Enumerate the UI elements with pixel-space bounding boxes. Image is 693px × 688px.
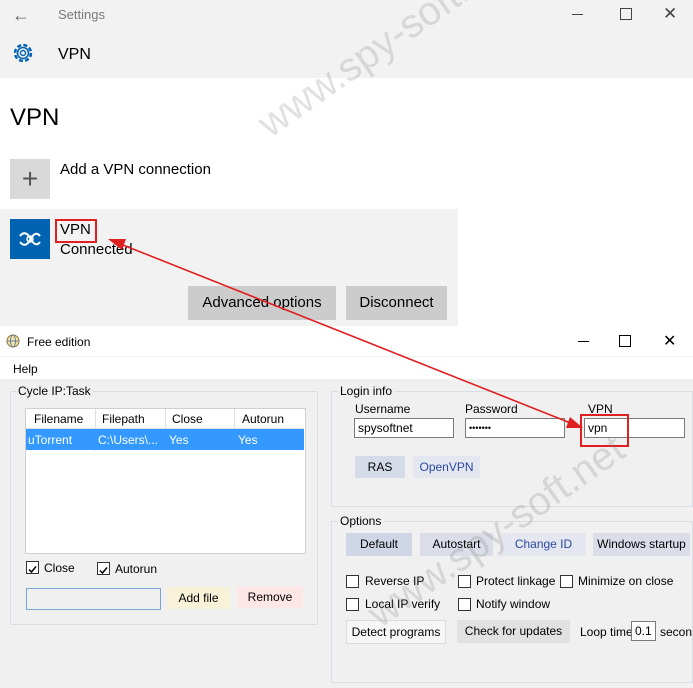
close-checkbox-label: Close bbox=[44, 561, 75, 575]
add-vpn-plus-icon[interactable]: + bbox=[10, 159, 50, 199]
protect-linkage-checkbox[interactable] bbox=[458, 575, 471, 588]
col-filepath-header[interactable]: Filepath bbox=[102, 412, 145, 426]
back-arrow-icon[interactable]: ← bbox=[12, 5, 30, 26]
reverse-ip-label: Reverse IP bbox=[365, 574, 425, 588]
app-close-icon[interactable]: ✕ bbox=[663, 331, 676, 351]
close-checkbox[interactable] bbox=[26, 561, 39, 574]
change-id-button[interactable]: Change ID bbox=[501, 533, 586, 556]
vpn-connection-icon bbox=[10, 219, 50, 259]
autorun-checkbox[interactable] bbox=[97, 562, 110, 575]
menu-help[interactable]: Help bbox=[13, 362, 38, 376]
add-file-button[interactable]: Add file bbox=[167, 587, 230, 609]
col-autorun-header[interactable]: Autorun bbox=[242, 412, 284, 426]
detect-programs-button[interactable]: Detect programs bbox=[346, 620, 446, 644]
row-close: Yes bbox=[169, 433, 189, 447]
close-icon[interactable]: ✕ bbox=[663, 4, 677, 24]
autorun-checkbox-label: Autorun bbox=[115, 562, 158, 576]
login-group-label: Login info bbox=[338, 384, 395, 398]
col-close-header[interactable]: Close bbox=[172, 412, 203, 426]
app-menubar bbox=[0, 357, 693, 379]
password-field[interactable]: ••••••• bbox=[465, 418, 565, 438]
loop-time-label: Loop time bbox=[580, 625, 633, 639]
minimize-icon[interactable] bbox=[572, 14, 583, 15]
advanced-options-button[interactable]: Advanced options bbox=[188, 286, 336, 320]
vpn-field-highlight bbox=[580, 414, 629, 447]
gear-icon bbox=[10, 40, 36, 66]
settings-header bbox=[0, 30, 693, 78]
maximize-icon[interactable] bbox=[620, 8, 632, 20]
check-updates-button[interactable]: Check for updates bbox=[457, 620, 570, 643]
openvpn-button[interactable]: OpenVPN bbox=[413, 456, 480, 478]
local-ip-verify-checkbox[interactable] bbox=[346, 598, 359, 611]
loop-time-unit: secon bbox=[660, 625, 693, 639]
password-label: Password bbox=[465, 402, 518, 416]
app-titlebar bbox=[0, 326, 693, 356]
windows-startup-button[interactable]: Windows startup bbox=[593, 533, 690, 556]
add-vpn-connection-link[interactable]: Add a VPN connection bbox=[60, 161, 211, 178]
row-filepath: C:\Users\... bbox=[98, 433, 159, 447]
vpn-name-highlight bbox=[55, 219, 97, 243]
reverse-ip-checkbox[interactable] bbox=[346, 575, 359, 588]
ras-button[interactable]: RAS bbox=[355, 456, 405, 478]
app-maximize-icon[interactable] bbox=[619, 335, 631, 347]
settings-window-title: Settings bbox=[58, 7, 105, 22]
minimize-on-close-label: Minimize on close bbox=[578, 574, 674, 588]
remove-button[interactable]: Remove bbox=[237, 586, 303, 608]
loop-time-field[interactable]: 0.1 bbox=[631, 621, 656, 641]
notify-window-checkbox[interactable] bbox=[458, 598, 471, 611]
app-window-title: Free edition bbox=[27, 335, 91, 349]
options-group-label: Options bbox=[338, 514, 384, 528]
settings-header-title: VPN bbox=[58, 46, 91, 63]
default-button[interactable]: Default bbox=[346, 533, 412, 556]
row-autorun: Yes bbox=[238, 433, 258, 447]
disconnect-button[interactable]: Disconnect bbox=[346, 286, 447, 320]
col-filename-header[interactable]: Filename bbox=[34, 412, 83, 426]
notify-window-label: Notify window bbox=[476, 597, 551, 611]
page-title: VPN bbox=[10, 104, 60, 131]
vpn-connection-status: Connected bbox=[60, 241, 133, 258]
cycle-group-label: Cycle IP:Task bbox=[16, 384, 93, 398]
minimize-on-close-checkbox[interactable] bbox=[560, 575, 573, 588]
app-globe-icon bbox=[6, 334, 20, 348]
app-minimize-icon[interactable] bbox=[578, 341, 589, 342]
file-path-input[interactable] bbox=[26, 588, 161, 610]
protect-linkage-label: Protect linkage bbox=[476, 574, 556, 588]
local-ip-verify-label: Local IP verify bbox=[365, 597, 441, 611]
autostart-button[interactable]: Autostart bbox=[420, 533, 493, 556]
username-label: Username bbox=[355, 402, 411, 416]
username-field[interactable]: spysoftnet bbox=[354, 418, 454, 438]
row-filename: uTorrent bbox=[28, 433, 73, 447]
